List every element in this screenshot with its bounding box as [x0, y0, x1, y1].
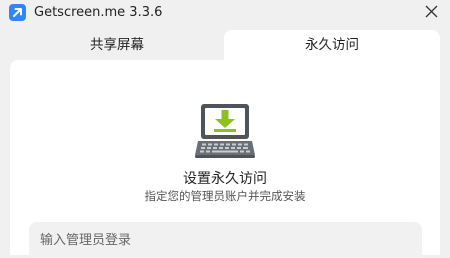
- admin-login-input[interactable]: [29, 222, 422, 258]
- close-icon: [425, 5, 438, 18]
- tab-share-screen[interactable]: 共享屏幕: [10, 30, 224, 60]
- tab-bar: 共享屏幕 永久访问: [0, 30, 450, 60]
- getscreen-logo-icon: [9, 4, 26, 21]
- title-bar: Getscreen.me 3.3.6: [0, 0, 450, 28]
- close-button[interactable]: [418, 0, 446, 24]
- section-heading: 设置永久访问: [183, 171, 267, 187]
- section-description: 指定您的管理员账户并完成安装: [144, 189, 306, 203]
- window-title: Getscreen.me 3.3.6: [34, 5, 163, 20]
- laptop-download-icon: [195, 104, 255, 158]
- tab-permanent-access[interactable]: 永久访问: [224, 30, 440, 60]
